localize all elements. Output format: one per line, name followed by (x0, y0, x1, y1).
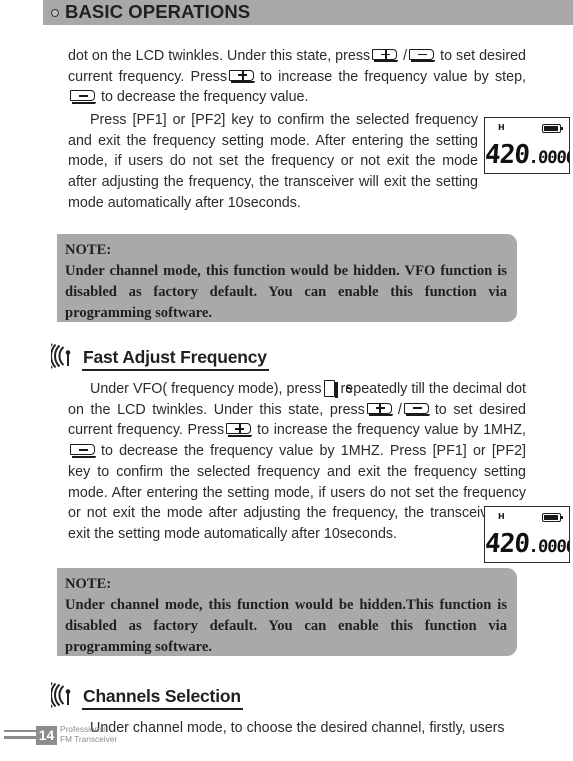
lcd-frequency-integer: 420 (484, 529, 531, 559)
battery-icon (542, 124, 564, 133)
paragraph-frequency-step: dot on the LCD twinkles. Under this stat… (68, 46, 526, 108)
paragraph-text-part: to increase the frequency value by step, (260, 68, 526, 85)
note-body: Under channel mode, this function would … (65, 263, 507, 321)
menu-key-icon: S (323, 380, 352, 398)
circle-bullet-icon (51, 8, 59, 17)
lcd-display-image-2: H 420.0000 (484, 506, 570, 563)
lcd-frequency-value: 420.0000 (484, 140, 570, 170)
paragraph-text-part: Under VFO( frequency mode), press (90, 381, 322, 397)
minus-key-icon (70, 90, 99, 104)
footer-rule-line (4, 730, 40, 733)
paragraph-text: Press [PF1] or [PF2] key to confirm the … (68, 112, 478, 211)
paragraph-text-part: to decrease the frequency value by 1MHZ.… (68, 443, 526, 542)
section-title: Channels Selection (82, 687, 243, 710)
note-title: NOTE: (65, 242, 112, 258)
footer-product-name: Professional FM Transceiver (60, 724, 118, 744)
minus-key-icon (403, 402, 433, 417)
lcd-frequency-decimal: .0000 (528, 537, 570, 557)
paragraph-text-part: dot on the LCD twinkles. Under this stat… (68, 48, 371, 64)
minus-key-icon (70, 444, 99, 458)
section-heading-channels-selection: Channels Selection (51, 682, 243, 710)
paragraph-text-part: to increase the frequency value by 1MHZ, (257, 422, 526, 439)
paragraph-confirm-frequency: Press [PF1] or [PF2] key to confirm the … (68, 110, 478, 214)
page-title: BASIC OPERATIONS (65, 0, 251, 22)
paragraph-fast-adjust: Under VFO( frequency mode), press Srepeat… (68, 379, 526, 545)
lcd-mode-indicator: H (498, 512, 505, 521)
footer-rule-line (4, 736, 40, 739)
note-box-channel: NOTE: Under channel mode, this function … (57, 568, 517, 656)
lcd-frequency-integer: 420 (484, 140, 531, 170)
section-heading-fast-adjust-frequency: Fast Adjust Frequency (51, 343, 269, 371)
footer-rule-lines (4, 730, 40, 743)
note-box-vfo: NOTE: Under channel mode, this function … (57, 234, 517, 322)
paragraph-text-part: / (403, 48, 408, 64)
section-title: Fast Adjust Frequency (82, 348, 269, 371)
lcd-frequency-value: 420.0000 (484, 529, 570, 559)
footer-line-2: FM Transceiver (60, 733, 118, 744)
page-number: 14 (36, 726, 57, 745)
paragraph-text-part: to decrease the frequency value. (101, 89, 309, 106)
signal-wave-icon (51, 682, 71, 708)
page-header-bar: BASIC OPERATIONS (43, 0, 573, 25)
paragraph-text-part: / (397, 401, 402, 418)
signal-wave-icon (51, 343, 71, 369)
lcd-mode-indicator: H (498, 123, 505, 132)
plus-key-icon (229, 69, 258, 84)
lcd-display-image-1: H 420.0000 (484, 117, 570, 174)
page-footer: 14 Professional FM Transceiver (0, 724, 240, 751)
lcd-frequency-decimal: .0000 (528, 148, 570, 168)
battery-icon (542, 513, 564, 522)
minus-key-icon (409, 49, 438, 63)
note-title: NOTE: (65, 576, 112, 592)
plus-key-icon (366, 402, 396, 417)
plus-key-icon (226, 423, 255, 437)
note-body: Under channel mode, this function would … (65, 597, 507, 655)
plus-key-icon (372, 49, 401, 63)
